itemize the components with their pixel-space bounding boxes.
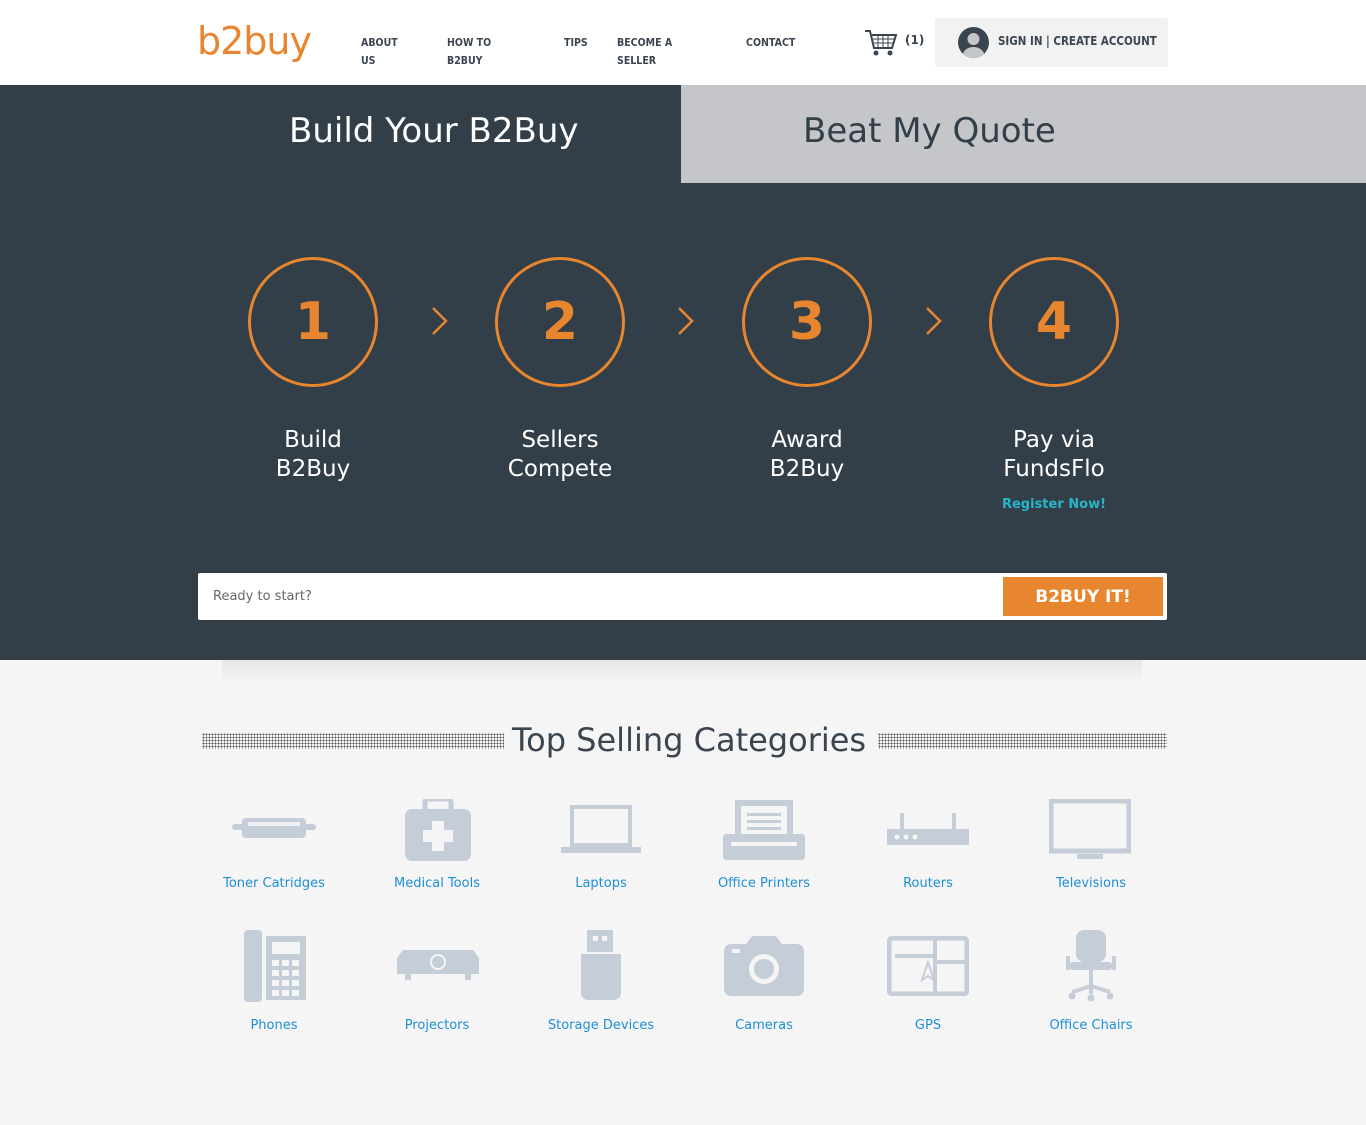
cart-count: (1): [905, 33, 925, 47]
dotted-divider-left: [202, 733, 504, 749]
nav-how-to-b2buy[interactable]: HOW TO B2BUY: [447, 34, 523, 70]
dotted-divider-right: [878, 733, 1167, 749]
tab-beat-label: Beat My Quote: [803, 111, 1056, 151]
step-3-number: 3: [788, 292, 826, 352]
chevron-right-icon: [432, 307, 448, 335]
step-2-number: 2: [541, 292, 579, 352]
router-icon: [887, 813, 969, 845]
step-4-label-line1: Pay via: [1013, 427, 1095, 453]
step-4-circle: 4: [989, 257, 1119, 387]
chevron-right-icon: [678, 307, 694, 335]
main-nav: ABOUT US HOW TO B2BUY TIPS BECOME A SELL…: [361, 34, 827, 70]
category-storage-devices[interactable]: Storage Devices: [526, 930, 676, 1050]
laptop-icon: [561, 805, 641, 853]
tab-beat-my-quote[interactable]: Beat My Quote: [681, 85, 1366, 183]
step-3-label: Award B2Buy: [707, 426, 907, 484]
nav-contact[interactable]: CONTACT: [746, 34, 795, 70]
category-label: Televisions: [1056, 876, 1126, 891]
category-cameras[interactable]: Cameras: [689, 930, 839, 1050]
categories-title: Top Selling Categories: [512, 721, 867, 759]
step-2-label: Sellers Compete: [460, 426, 660, 484]
category-medical-tools[interactable]: Medical Tools: [362, 795, 512, 915]
step-2-label-line2: Compete: [507, 456, 613, 482]
category-phones[interactable]: Phones: [199, 930, 349, 1050]
category-label: Cameras: [735, 1018, 793, 1033]
television-icon: [1049, 799, 1131, 859]
category-laptops[interactable]: Laptops: [526, 795, 676, 915]
shopping-cart-icon[interactable]: [864, 28, 898, 58]
step-1-circle: 1: [248, 257, 378, 387]
medical-kit-icon: [405, 799, 471, 861]
nav-tips[interactable]: TIPS: [564, 34, 588, 70]
category-label: Office Chairs: [1049, 1018, 1133, 1033]
step-2-circle: 2: [495, 257, 625, 387]
hero-section: Build Your B2Buy Beat My Quote 1 2 3 4 B…: [0, 85, 1366, 660]
usb-drive-icon: [581, 930, 621, 1000]
category-televisions[interactable]: Televisions: [1016, 795, 1166, 915]
nav-about-us[interactable]: ABOUT US: [361, 34, 410, 70]
hero-shadow: [222, 660, 1142, 682]
office-chair-icon: [1066, 930, 1116, 1002]
account-label: SIGN IN | CREATE ACCOUNT: [998, 34, 1157, 48]
step-4-label: Pay via FundsFlo: [954, 426, 1154, 484]
user-avatar-icon: [958, 27, 989, 58]
desk-phone-icon: [244, 930, 306, 1002]
gps-device-icon: [887, 936, 969, 996]
step-3-circle: 3: [742, 257, 872, 387]
toner-cartridge-icon: [232, 818, 316, 838]
step-1-number: 1: [294, 292, 332, 352]
printer-icon: [723, 800, 805, 860]
step-3-label-line1: Award: [771, 427, 843, 453]
categories-header: Top Selling Categories: [200, 718, 1167, 764]
step-3-label-line2: B2Buy: [769, 456, 845, 482]
tab-build-your-b2buy[interactable]: Build Your B2Buy: [0, 85, 681, 183]
b2buy-it-button[interactable]: B2BUY IT!: [1003, 577, 1163, 616]
step-4-number: 4: [1035, 292, 1073, 352]
tab-build-label: Build Your B2Buy: [289, 111, 579, 151]
step-2-label-line1: Sellers: [521, 427, 599, 453]
sign-in-create-account-button[interactable]: SIGN IN | CREATE ACCOUNT: [935, 18, 1168, 67]
category-office-chairs[interactable]: Office Chairs: [1016, 930, 1166, 1050]
category-projectors[interactable]: Projectors: [362, 930, 512, 1050]
search-input[interactable]: [198, 573, 998, 620]
category-routers[interactable]: Routers: [853, 795, 1003, 915]
category-toner-cartridges[interactable]: Toner Catridges: [199, 795, 349, 915]
category-label: Projectors: [404, 1018, 470, 1033]
projector-icon: [397, 950, 479, 980]
category-label: Routers: [903, 876, 953, 891]
category-label: Storage Devices: [547, 1018, 655, 1033]
b2buy-logo[interactable]: b2buy: [197, 18, 312, 64]
step-1-label: Build B2Buy: [213, 426, 413, 484]
category-label: Toner Catridges: [223, 876, 325, 891]
category-office-printers[interactable]: Office Printers: [689, 795, 839, 915]
camera-icon: [724, 936, 804, 996]
category-label: Phones: [250, 1018, 298, 1033]
category-label: Medical Tools: [394, 876, 480, 891]
category-label: GPS: [914, 1018, 942, 1033]
category-gps[interactable]: GPS: [853, 930, 1003, 1050]
category-label: Laptops: [575, 876, 627, 891]
step-1-label-line1: Build: [284, 427, 342, 453]
search-bar: B2BUY IT!: [198, 573, 1167, 620]
site-header: b2buy ABOUT US HOW TO B2BUY TIPS BECOME …: [0, 0, 1366, 85]
step-1-label-line2: B2Buy: [275, 456, 351, 482]
step-4-label-line2: FundsFlo: [1003, 456, 1105, 482]
nav-become-a-seller[interactable]: BECOME A SELLER: [617, 34, 703, 70]
register-now-link[interactable]: Register Now!: [954, 497, 1154, 512]
chevron-right-icon: [926, 307, 942, 335]
category-label: Office Printers: [717, 876, 811, 891]
